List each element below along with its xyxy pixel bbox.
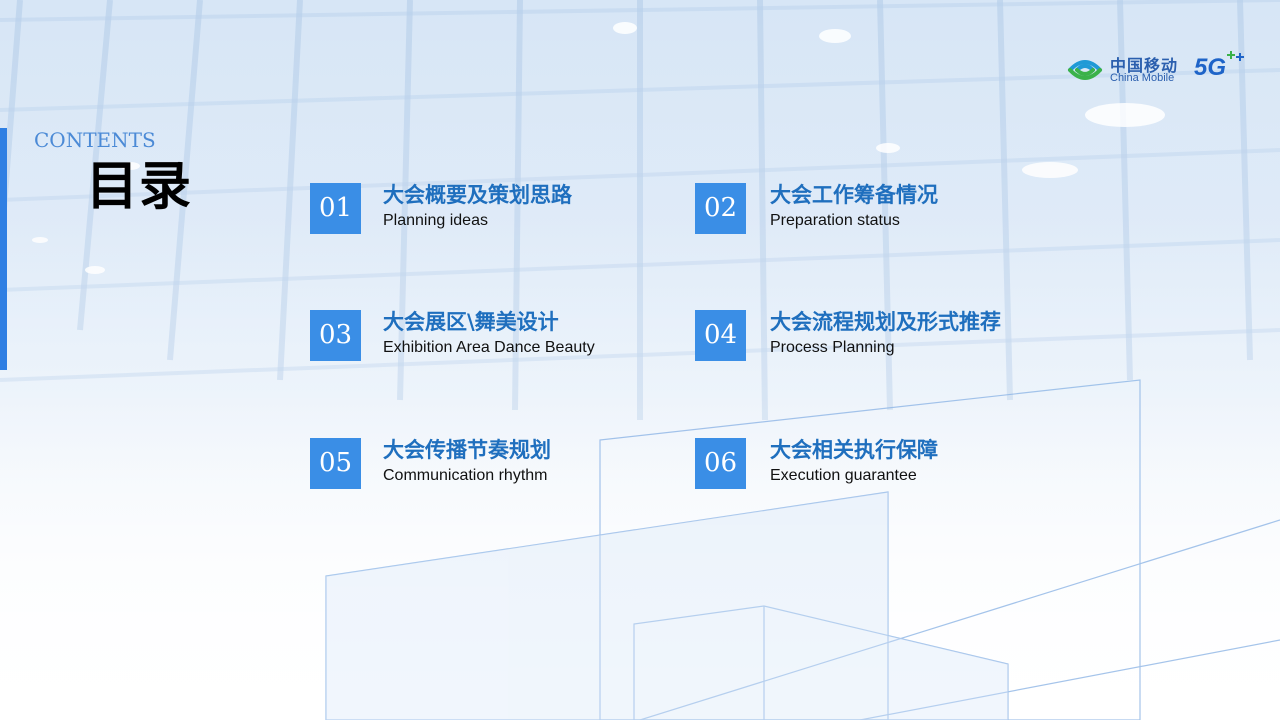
logo-name-en: China Mobile <box>1110 72 1175 84</box>
page-title: 目录 <box>86 157 193 217</box>
slide: CONTENTS 目录 中国移动 China Mobile 5G 01 大会概要… <box>0 0 1280 720</box>
toc-title-en: Exhibition Area Dance Beauty <box>383 339 595 356</box>
toc-number: 04 <box>695 310 746 361</box>
toc-title-cn: 大会传播节奏规划 <box>383 438 551 462</box>
left-accent-bar <box>0 128 7 370</box>
toc-title-cn: 大会相关执行保障 <box>770 438 938 462</box>
toc-title-en: Planning ideas <box>383 212 488 229</box>
toc-number: 03 <box>310 310 361 361</box>
5g-badge: 5G <box>1194 54 1227 81</box>
toc-title-cn: 大会概要及策划思路 <box>383 183 572 207</box>
china-mobile-logo-icon <box>1068 60 1102 80</box>
toc-title-cn: 大会展区\舞美设计 <box>383 310 559 334</box>
plus-icon <box>1227 51 1244 61</box>
building-background <box>0 0 1280 720</box>
toc-title-en: Preparation status <box>770 212 900 229</box>
toc-number: 06 <box>695 438 746 489</box>
toc-title-en: Execution guarantee <box>770 467 917 484</box>
toc-title-en: Process Planning <box>770 339 895 356</box>
china-mobile-logo: 中国移动 China Mobile 5G <box>1066 50 1256 90</box>
toc-number: 01 <box>310 183 361 234</box>
toc-title-cn: 大会流程规划及形式推荐 <box>770 310 1001 334</box>
toc-title-en: Communication rhythm <box>383 467 548 484</box>
toc-number: 05 <box>310 438 361 489</box>
toc-title-cn: 大会工作筹备情况 <box>770 183 938 207</box>
toc-number: 02 <box>695 183 746 234</box>
